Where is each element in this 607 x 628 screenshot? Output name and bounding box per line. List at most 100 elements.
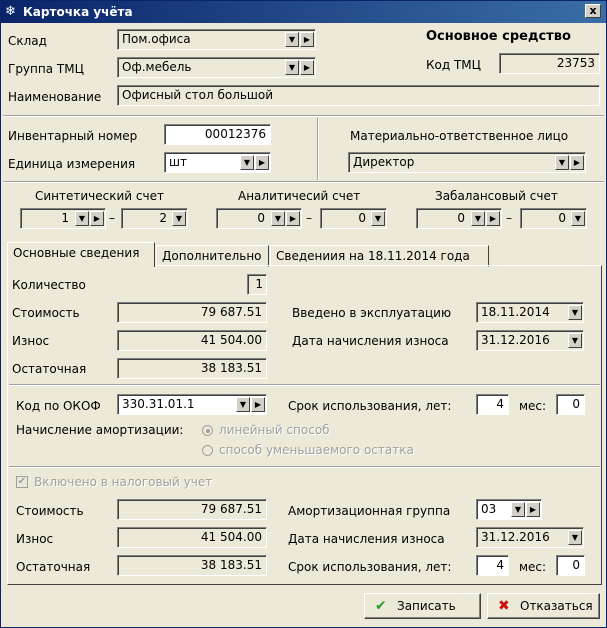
life-months-input[interactable]: 0 <box>556 394 585 415</box>
radio-reducing-label: способ уменьшаемого остатка <box>219 443 414 457</box>
chevron-down-icon[interactable]: ▼ <box>555 155 569 170</box>
chevron-down-icon[interactable]: ▼ <box>285 32 299 47</box>
mol-label: Материально-ответственное лицо <box>350 129 569 143</box>
divider <box>317 118 319 180</box>
chevron-down-icon[interactable]: ▼ <box>471 211 485 226</box>
sklad-label: Склад <box>8 34 47 48</box>
qty-label: Количество <box>12 278 86 292</box>
tax-rest-label: Остаточная <box>16 560 91 574</box>
tax-life-years-input[interactable]: 4 <box>476 555 509 576</box>
tax-life-label: Срок использования, лет: <box>288 560 452 574</box>
tab-additional[interactable]: Дополнительно <box>156 245 269 267</box>
tax-cost-field: 79 687.51 <box>117 499 267 520</box>
more-arrow-icon[interactable]: ▶ <box>486 211 500 226</box>
more-arrow-icon[interactable]: ▶ <box>255 155 269 170</box>
inv-label: Инвентарный номер <box>8 129 138 143</box>
sklad-combo[interactable]: Пом.офиса ▼ ▶ <box>117 29 316 50</box>
app-snowflake-icon: ❄ <box>5 4 16 19</box>
chevron-down-icon[interactable]: ▼ <box>240 155 254 170</box>
save-button[interactable]: ✔ Записать <box>364 593 481 619</box>
radio-reducing[interactable] <box>202 445 213 456</box>
chevron-down-icon[interactable]: ▼ <box>371 211 385 226</box>
off-to-combo[interactable]: 0 ▼ <box>520 208 587 229</box>
depr-date-combo[interactable]: 31.12.2016 ▼ <box>476 330 584 351</box>
intro-date-combo[interactable]: 18.11.2014 ▼ <box>476 302 584 323</box>
kod-label: Код ТМЦ <box>426 58 481 72</box>
synth-to-value: 2 <box>159 211 167 225</box>
close-button[interactable]: x <box>585 4 601 18</box>
cost-field: 79 687.51 <box>117 302 267 323</box>
more-arrow-icon[interactable]: ▶ <box>300 32 314 47</box>
checkmark-icon: ✔ <box>375 598 387 614</box>
wear-field: 41 504.00 <box>117 330 267 351</box>
more-arrow-icon[interactable]: ▶ <box>286 211 300 226</box>
gruppa-label: Группа ТМЦ <box>8 62 84 76</box>
synth-from-combo[interactable]: 1 ▼ ▶ <box>20 208 106 229</box>
okof-value: 330.31.01.1 <box>122 397 195 411</box>
unit-combo[interactable]: шт ▼ ▶ <box>164 152 271 173</box>
okof-combo[interactable]: 330.31.01.1 ▼ ▶ <box>117 394 267 415</box>
cost-label: Стоимость <box>12 306 80 320</box>
tax-depr-date-combo[interactable]: 31.12.2016 ▼ <box>476 527 584 548</box>
inv-input[interactable]: 00012376 <box>164 124 271 145</box>
depr-date-label: Дата начисления износа <box>292 334 449 348</box>
tax-life-months-input[interactable]: 0 <box>556 555 585 576</box>
chevron-down-icon[interactable]: ▼ <box>568 530 582 545</box>
title-bar[interactable]: ❄ Карточка учёта x <box>1 1 606 23</box>
chevron-down-icon[interactable]: ▼ <box>271 211 285 226</box>
chevron-down-icon[interactable]: ▼ <box>236 397 250 412</box>
divider <box>3 181 604 183</box>
range-dash: – <box>506 211 512 225</box>
off-from-combo[interactable]: 0 ▼ ▶ <box>416 208 502 229</box>
gruppa-combo[interactable]: Оф.мебель ▼ ▶ <box>117 57 316 78</box>
amort-group-value: 03 <box>481 502 497 516</box>
os-heading: Основное средство <box>426 29 571 44</box>
okof-label: Код по ОКОФ <box>16 399 101 413</box>
qty-field: 1 <box>247 274 267 295</box>
cancel-button[interactable]: ✖ Отказаться <box>487 593 600 619</box>
tax-depr-date-label: Дата начисления износа <box>288 532 445 546</box>
tab-main-info[interactable]: Основные сведения <box>7 242 155 267</box>
mol-value: Директор <box>353 155 415 169</box>
tab-info-date[interactable]: Сведениия на 18.11.2014 года <box>270 245 489 267</box>
chevron-down-icon[interactable]: ▼ <box>571 211 585 226</box>
kod-field: 23753 <box>499 53 600 74</box>
divider <box>9 384 600 386</box>
tax-checkbox[interactable]: ✔ <box>16 476 28 488</box>
months-label: мес: <box>519 399 547 413</box>
more-arrow-icon[interactable]: ▶ <box>526 502 540 517</box>
amort-group-combo[interactable]: 03 ▼ ▶ <box>476 499 542 520</box>
intro-label: Введено в эксплуатацию <box>292 306 452 320</box>
divider <box>3 115 604 117</box>
name-field[interactable]: Офисный стол большой <box>117 85 600 106</box>
mol-combo[interactable]: Директор ▼ ▶ <box>348 152 586 173</box>
more-arrow-icon[interactable]: ▶ <box>570 155 584 170</box>
amort-group-label: Амортизационная группа <box>288 504 451 518</box>
cancel-button-label: Отказаться <box>520 599 593 613</box>
chevron-down-icon[interactable]: ▼ <box>568 305 582 320</box>
chevron-down-icon[interactable]: ▼ <box>75 211 89 226</box>
chevron-down-icon[interactable]: ▼ <box>172 211 186 226</box>
synth-to-combo[interactable]: 2 ▼ <box>121 208 188 229</box>
gruppa-value: Оф.мебель <box>122 60 192 74</box>
anal-to-combo[interactable]: 0 ▼ <box>320 208 387 229</box>
depr-date-value: 31.12.2016 <box>481 333 550 347</box>
anal-from-combo[interactable]: 0 ▼ ▶ <box>216 208 302 229</box>
synth-from-value: 1 <box>61 211 69 225</box>
anal-to-value: 0 <box>358 211 366 225</box>
life-years-input[interactable]: 4 <box>476 394 509 415</box>
synth-label: Синтетический счет <box>35 189 164 203</box>
off-from-value: 0 <box>457 211 465 225</box>
more-arrow-icon[interactable]: ▶ <box>90 211 104 226</box>
tax-wear-label: Износ <box>16 532 54 546</box>
chevron-down-icon[interactable]: ▼ <box>568 333 582 348</box>
radio-linear[interactable] <box>202 425 213 436</box>
chevron-down-icon[interactable]: ▼ <box>285 60 299 75</box>
more-arrow-icon[interactable]: ▶ <box>251 397 265 412</box>
dialog-window: ❄ Карточка учёта x Склад Пом.офиса ▼ ▶ Г… <box>0 0 607 628</box>
chevron-down-icon[interactable]: ▼ <box>511 502 525 517</box>
off-label: Забалансовый счет <box>435 189 558 203</box>
save-button-label: Записать <box>397 599 456 613</box>
more-arrow-icon[interactable]: ▶ <box>300 60 314 75</box>
name-label: Наименование <box>8 90 102 104</box>
